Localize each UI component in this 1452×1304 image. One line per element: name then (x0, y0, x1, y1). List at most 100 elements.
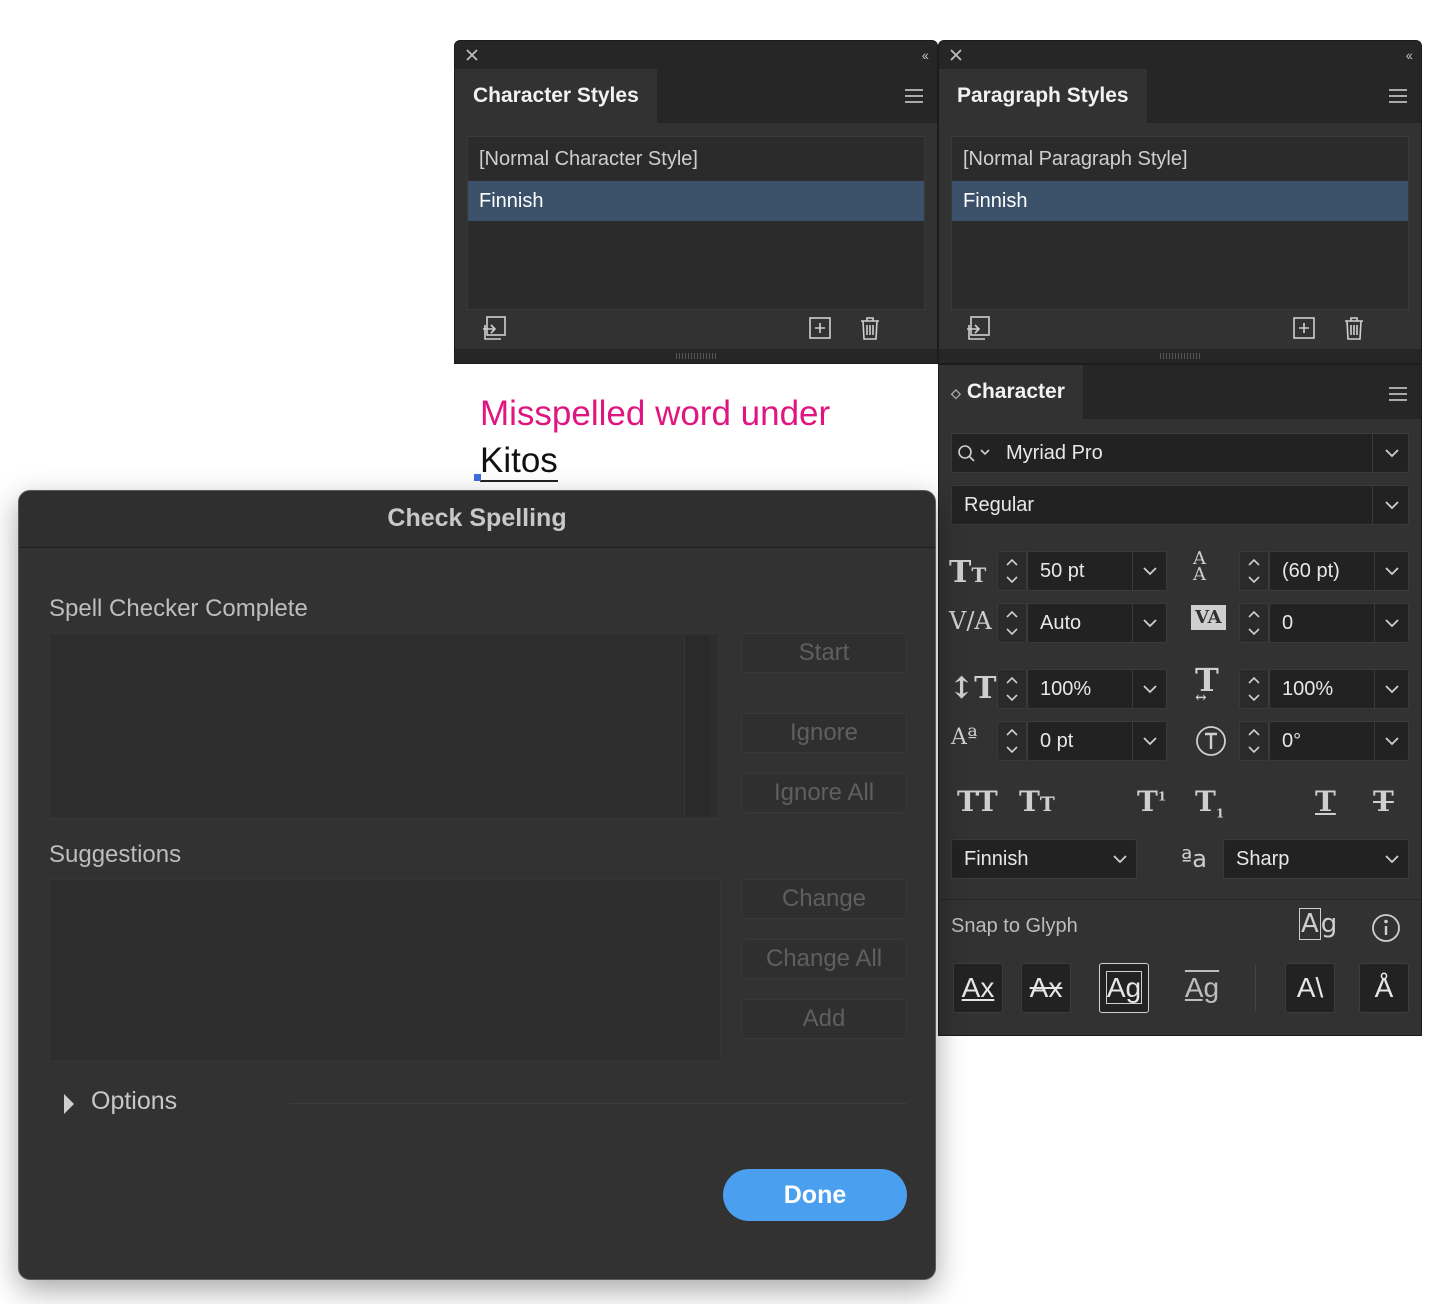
snap-glyph-bounds-button[interactable]: Ag (1099, 963, 1149, 1013)
scrollbar[interactable] (684, 636, 710, 816)
chevron-down-icon (1385, 567, 1399, 576)
change-all-button[interactable]: Change All (741, 939, 907, 979)
character-rotation-icon (1196, 726, 1226, 756)
anti-aliasing-dropdown[interactable]: Sharp (1223, 839, 1409, 879)
ignore-button[interactable]: Ignore (741, 713, 907, 753)
leading-icon: AA (1193, 548, 1206, 585)
change-button[interactable]: Change (741, 879, 907, 919)
panel-title-bar (939, 41, 1421, 69)
disclosure-triangle-icon (64, 1094, 74, 1114)
word-context-box[interactable] (49, 633, 719, 819)
kerning-value: Auto (1040, 612, 1082, 634)
strikethrough-icon[interactable]: T (1373, 785, 1394, 818)
tracking-field[interactable]: 0 (1269, 603, 1409, 643)
horizontal-scale-stepper[interactable] (1239, 669, 1269, 709)
character-tab-label: Character (966, 380, 1065, 403)
snap-anchor-button[interactable]: Å (1359, 963, 1409, 1013)
chevron-down-icon (1143, 685, 1157, 694)
list-item-selected[interactable]: Finnish (468, 181, 924, 221)
new-style-icon[interactable] (807, 315, 833, 341)
panel-title-bar (455, 41, 937, 69)
snap-angular-button[interactable]: A\ (1285, 963, 1335, 1013)
panel-menu-icon[interactable] (1387, 87, 1409, 105)
info-icon[interactable] (1371, 913, 1401, 943)
font-family-dropdown[interactable]: Myriad Pro (951, 433, 1409, 473)
start-button[interactable]: Start (741, 633, 907, 673)
close-icon[interactable] (465, 48, 479, 62)
character-styles-panel: ‹‹ Character Styles [Normal Character St… (454, 40, 938, 364)
font-size-icon: TT (949, 555, 987, 590)
new-style-icon[interactable] (1291, 315, 1317, 341)
kerning-stepper[interactable] (997, 603, 1027, 643)
leading-value: (60 pt) (1282, 560, 1340, 582)
font-style-value: Regular (964, 494, 1035, 516)
close-icon[interactable] (949, 48, 963, 62)
glyph-separator (1255, 965, 1256, 1011)
suggestions-list[interactable] (49, 879, 721, 1061)
chevron-down-icon (1385, 501, 1399, 510)
snap-proximity-button[interactable]: Ag (1177, 963, 1227, 1013)
load-styles-icon[interactable] (481, 315, 507, 341)
list-item[interactable]: [Normal Paragraph Style] (952, 139, 1408, 179)
ignore-all-button[interactable]: Ignore All (741, 773, 907, 813)
chevron-down-icon (1143, 619, 1157, 628)
font-size-field[interactable]: 50 pt (1027, 551, 1167, 591)
all-caps-icon[interactable]: TT (957, 785, 998, 818)
baseline-shift-value: 0 pt (1040, 730, 1074, 752)
list-item[interactable]: [Normal Character Style] (468, 139, 924, 179)
horizontal-scale-field[interactable]: 100% (1269, 669, 1409, 709)
snap-ascender-button[interactable]: Ax (1021, 963, 1071, 1013)
anti-aliasing-icon: ªa (1181, 845, 1208, 873)
font-size-stepper[interactable] (997, 551, 1027, 591)
tracking-stepper[interactable] (1239, 603, 1269, 643)
baseline-shift-field[interactable]: 0 pt (1027, 721, 1167, 761)
language-dropdown[interactable]: Finnish (951, 839, 1137, 879)
paragraph-styles-panel: ‹‹ Paragraph Styles [Normal Paragraph St… (938, 40, 1422, 364)
small-caps-icon[interactable]: TT (1019, 785, 1055, 818)
suggestions-label: Suggestions (49, 841, 182, 868)
superscript-icon[interactable]: T1 (1137, 785, 1166, 818)
load-styles-icon[interactable] (965, 315, 991, 341)
subscript-icon[interactable]: T1 (1195, 785, 1224, 821)
baseline-shift-stepper[interactable] (997, 721, 1027, 761)
leading-field[interactable]: (60 pt) (1269, 551, 1409, 591)
tab-character[interactable]: ⬦ Character (939, 365, 1083, 419)
language-value: Finnish (964, 848, 1029, 870)
tab-paragraph-styles[interactable]: Paragraph Styles (939, 69, 1147, 123)
search-icon (958, 445, 990, 462)
add-button[interactable]: Add (741, 999, 907, 1039)
panel-menu-icon[interactable] (1387, 385, 1409, 403)
panel-menu-icon[interactable] (903, 87, 925, 105)
anti-aliasing-value: Sharp (1236, 848, 1290, 870)
chevron-down-icon (1143, 567, 1157, 576)
baseline-shift-icon: Aª (951, 725, 978, 750)
kerning-field[interactable]: Auto (1027, 603, 1167, 643)
canvas-text-misspelled-word[interactable]: Kitos (474, 442, 558, 484)
vertical-scale-field[interactable]: 100% (1027, 669, 1167, 709)
options-divider (289, 1103, 907, 1104)
underline-icon[interactable]: T (1315, 785, 1336, 818)
tracking-icon: VA (1191, 605, 1226, 630)
resize-grip[interactable] (455, 349, 937, 363)
snap-baseline-button[interactable]: Ax (953, 963, 1003, 1013)
vertical-scale-icon: ↕T (949, 671, 997, 706)
text-cursor-marker (474, 474, 481, 481)
rotation-stepper[interactable] (1239, 721, 1269, 761)
font-family-value: Myriad Pro (1006, 442, 1103, 464)
rotation-field[interactable]: 0° (1269, 721, 1409, 761)
chevron-down-icon (1385, 619, 1399, 628)
delete-style-icon[interactable] (857, 315, 883, 341)
delete-style-icon[interactable] (1341, 315, 1367, 341)
font-style-dropdown[interactable]: Regular (951, 485, 1409, 525)
collapse-icon[interactable]: ‹‹ (922, 47, 929, 63)
leading-stepper[interactable] (1239, 551, 1269, 591)
character-styles-list: [Normal Character Style] Finnish (467, 136, 925, 310)
collapse-icon[interactable]: ‹‹ (1406, 47, 1413, 63)
glyph-snap-icon[interactable]: Ag (1299, 908, 1337, 940)
character-panel: ⬦ Character Myriad Pro Regular TT 50 pt A… (938, 364, 1422, 1036)
tab-character-styles[interactable]: Character Styles (455, 69, 657, 123)
list-item-selected[interactable]: Finnish (952, 181, 1408, 221)
done-button[interactable]: Done (723, 1169, 907, 1221)
resize-grip[interactable] (939, 349, 1421, 363)
vertical-scale-stepper[interactable] (997, 669, 1027, 709)
